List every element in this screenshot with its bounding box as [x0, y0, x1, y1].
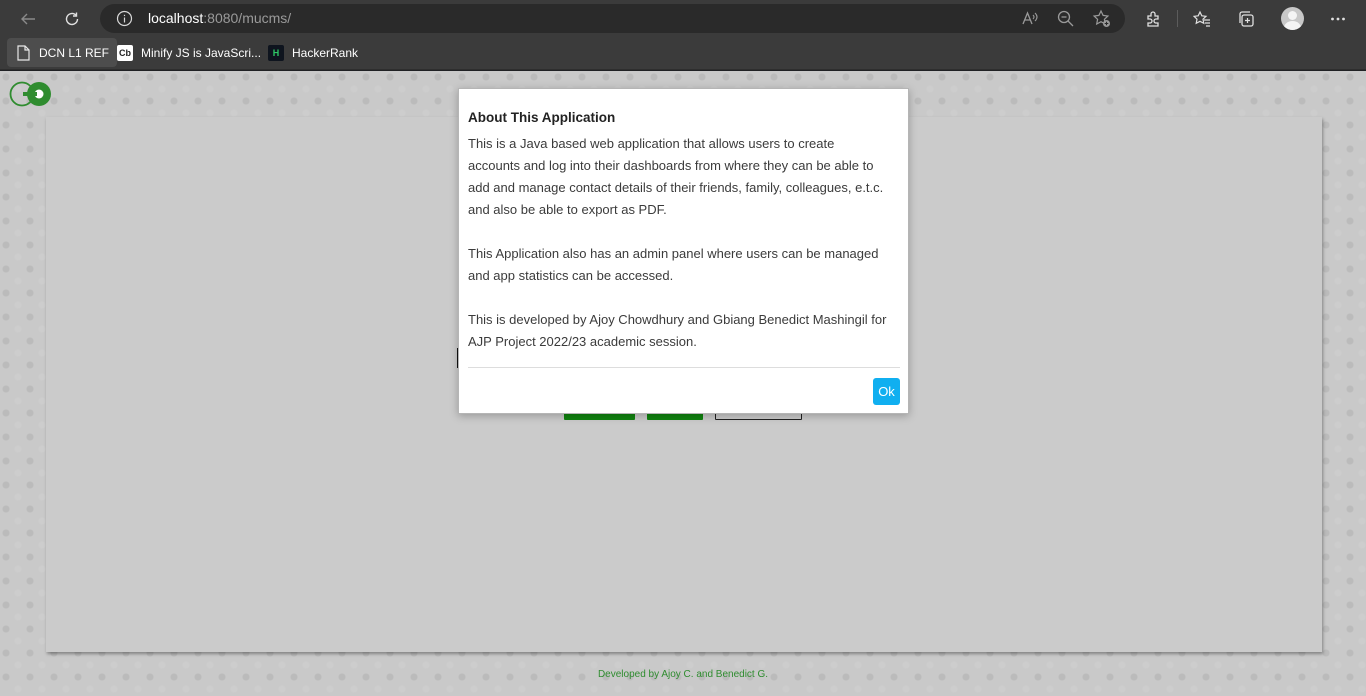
app-logo[interactable]: [9, 81, 53, 107]
zoom-out-icon[interactable]: [1056, 9, 1075, 28]
modal-line: This Application also has an admin panel…: [468, 246, 879, 261]
modal-line: add and manage contact details of their …: [468, 180, 884, 195]
url-path: :8080/mucms/: [203, 10, 292, 26]
modal-line: accounts and log into their dashboards f…: [468, 158, 874, 173]
collections-icon[interactable]: [1233, 6, 1259, 32]
back-icon[interactable]: [15, 6, 41, 32]
modal-line: This is developed by Ajoy Chowdhury and …: [468, 312, 887, 327]
address-bar[interactable]: localhost:8080/mucms/: [100, 4, 1125, 33]
page-icon: [15, 44, 31, 61]
avatar-head: [1288, 11, 1297, 20]
info-icon[interactable]: [116, 10, 133, 27]
bookmark-minify-js[interactable]: Cb Minify JS is JavaScri...: [109, 38, 269, 67]
avatar-body: [1284, 21, 1301, 30]
ok-button[interactable]: Ok: [873, 378, 900, 405]
bookmark-label: HackerRank: [292, 45, 359, 60]
modal-title: About This Application: [468, 110, 616, 125]
hackerrank-icon: H: [268, 44, 284, 61]
browser-toolbar: localhost:8080/mucms/: [0, 0, 1366, 36]
bookmark-dcn[interactable]: DCN L1 REF: [7, 38, 118, 67]
bookmark-hackerrank[interactable]: H HackerRank: [260, 38, 366, 67]
refresh-icon[interactable]: [59, 6, 85, 32]
modal-divider: [468, 367, 900, 368]
cb-icon: Cb: [117, 44, 133, 61]
modal-paragraph-3: This is developed by Ajoy Chowdhury and …: [468, 309, 904, 353]
modal-line: AJP Project 2022/23 academic session.: [468, 334, 697, 349]
bookmark-label: Minify JS is JavaScri...: [141, 45, 262, 60]
bookmark-label: DCN L1 REF: [39, 45, 110, 60]
about-modal: About This Application This is a Java ba…: [458, 88, 909, 414]
modal-line: and also be able to export as PDF.: [468, 202, 667, 217]
more-menu-icon[interactable]: [1325, 6, 1351, 32]
toolbar-divider: [1177, 10, 1178, 27]
modal-line: and app statistics can be accessed.: [468, 268, 674, 283]
modal-line: This is a Java based web application tha…: [468, 136, 835, 151]
url-text[interactable]: localhost:8080/mucms/: [148, 10, 291, 27]
modal-paragraph-1: This is a Java based web application tha…: [468, 133, 904, 221]
bookmarks-bar: DCN L1 REF Cb Minify JS is JavaScri... H…: [0, 36, 1366, 70]
modal-body: This is a Java based web application tha…: [468, 133, 904, 353]
profile-avatar[interactable]: [1281, 7, 1304, 30]
favorites-icon[interactable]: [1189, 6, 1215, 32]
url-host: localhost: [148, 10, 204, 26]
read-aloud-icon[interactable]: [1020, 9, 1039, 28]
favorite-add-icon[interactable]: [1092, 9, 1111, 28]
footer-credit: Developed by Ajoy C. and Benedict G.: [597, 669, 769, 680]
extensions-icon[interactable]: [1140, 6, 1166, 32]
modal-paragraph-2: This Application also has an admin panel…: [468, 243, 904, 287]
